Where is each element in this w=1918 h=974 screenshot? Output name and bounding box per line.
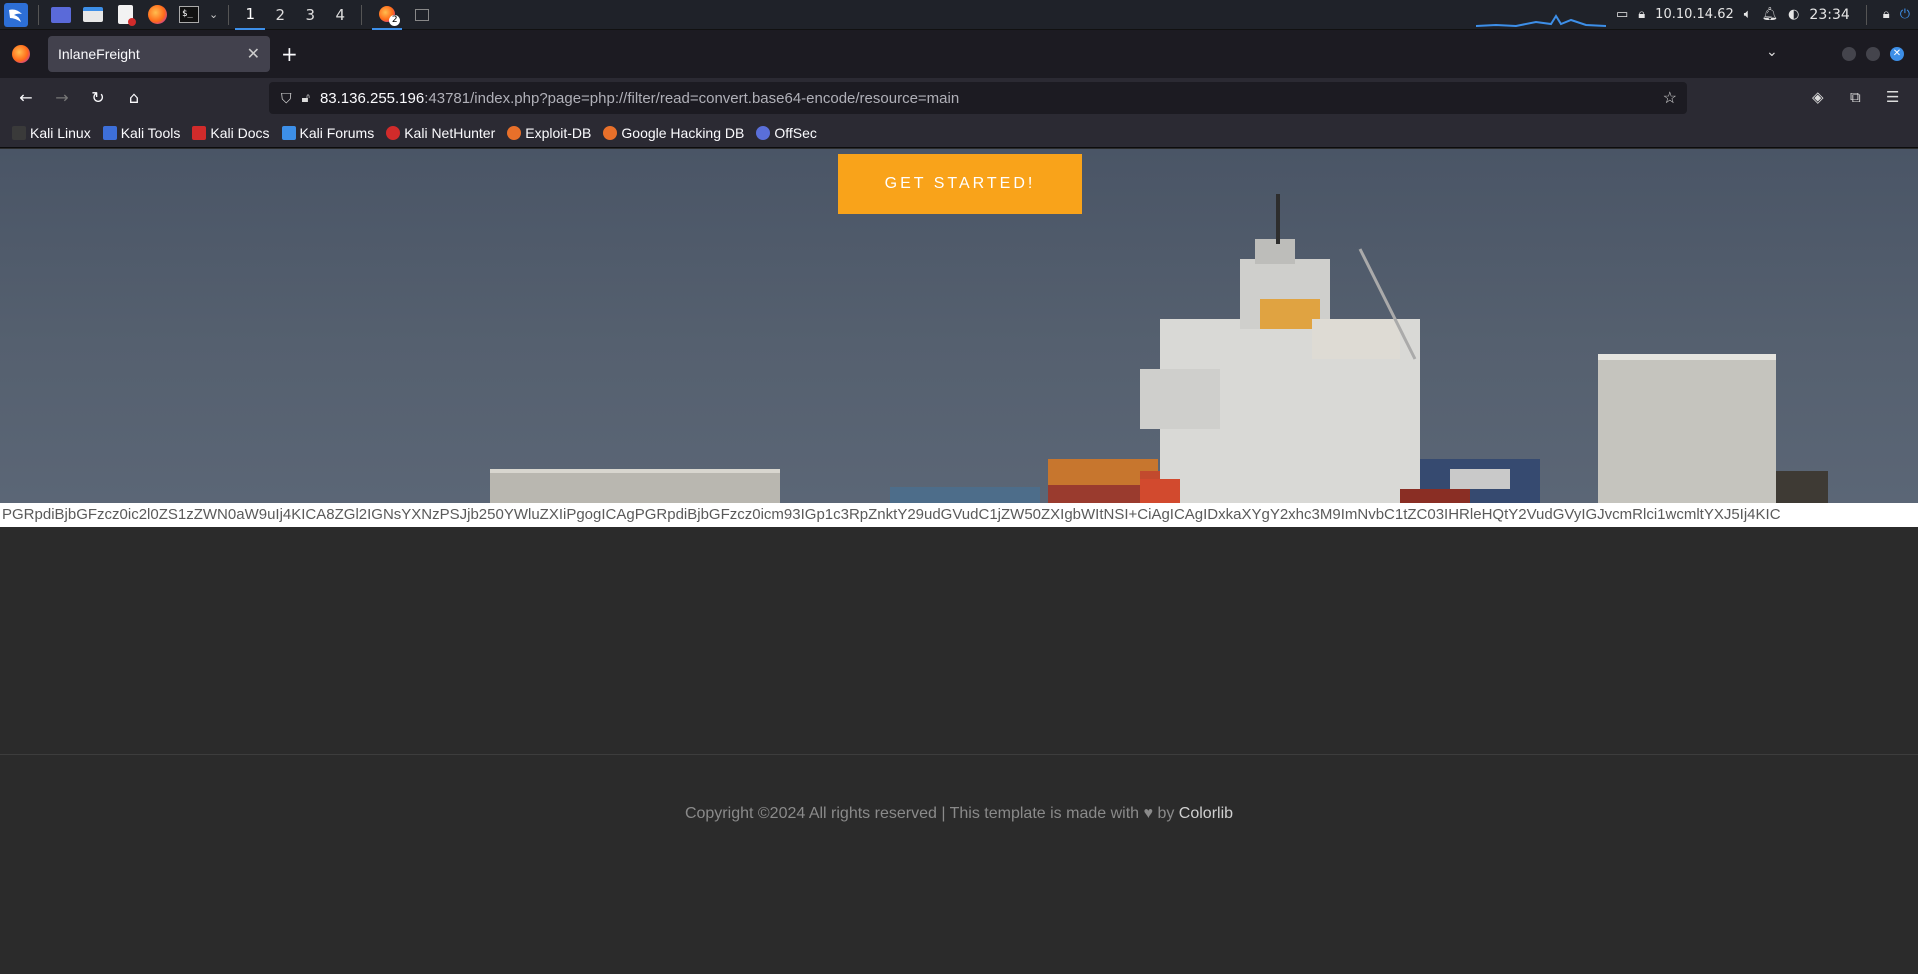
- terminal-launcher-icon[interactable]: $_: [177, 3, 201, 27]
- google-hacking-db-icon: [603, 125, 618, 140]
- kali-tools-icon: [102, 125, 117, 140]
- lock-screen-icon[interactable]: 🔒︎: [1883, 7, 1890, 22]
- app-menu-icon[interactable]: ☰: [1886, 88, 1899, 106]
- bookmark-label: Exploit-DB: [525, 124, 592, 141]
- volume-icon[interactable]: 🔈︎: [1744, 7, 1752, 22]
- bookmark-offsec[interactable]: OffSec: [756, 125, 817, 141]
- system-taskbar: $_ ⌄ 1 2 3 4 2 ▭ 🔒︎ 10.10.14.62 🔈︎ 🔔︎ ◐: [0, 0, 1918, 30]
- bookmarks-toolbar: Kali Linux Kali Tools Kali Docs Kali For…: [0, 118, 1918, 148]
- notification-bell-icon[interactable]: 🔔︎: [1762, 7, 1779, 22]
- colorlib-link[interactable]: Colorlib: [1179, 805, 1233, 822]
- workspace-1[interactable]: 1: [235, 0, 266, 30]
- footer-by: by: [1157, 805, 1175, 822]
- ip-address: 10.10.14.62: [1655, 7, 1734, 22]
- home-icon[interactable]: ⌂: [124, 88, 144, 108]
- bookmark-label: Kali Linux: [30, 124, 91, 141]
- minimize-button[interactable]: [1842, 47, 1856, 61]
- bookmark-kali-docs[interactable]: Kali Docs: [192, 124, 270, 141]
- workspace-2[interactable]: 2: [265, 0, 295, 30]
- show-desktop-icon[interactable]: [49, 3, 73, 27]
- forward-arrow-icon[interactable]: →: [52, 88, 72, 108]
- power-icon[interactable]: ⏻: [1900, 7, 1910, 22]
- kali-forums-icon: [281, 125, 296, 140]
- kali-linux-icon: [12, 125, 26, 140]
- window-count-badge: 2: [389, 14, 401, 26]
- url-bar[interactable]: ⛉ 🔓︎ 83.136.255.196:43781/index.php?page…: [269, 82, 1687, 114]
- browser-tab-strip: InlaneFreight ✕ + ⌄ ✕: [0, 30, 1918, 78]
- shield-icon[interactable]: ⛉: [281, 90, 292, 107]
- footer-divider: [0, 754, 1918, 755]
- extensions-icon[interactable]: ⧉: [1850, 88, 1861, 106]
- bookmark-label: OffSec: [774, 124, 817, 141]
- tab-inlanefreight[interactable]: InlaneFreight ✕: [48, 36, 270, 72]
- bookmark-label: Kali Tools: [120, 124, 181, 141]
- firefox-launcher-icon[interactable]: [145, 3, 169, 27]
- bookmark-google-hacking-db[interactable]: Google Hacking DB: [603, 125, 744, 141]
- back-arrow-icon[interactable]: ←: [16, 88, 36, 108]
- bookmark-label: Kali NetHunter: [404, 124, 496, 141]
- bookmark-kali-nethunter[interactable]: Kali NetHunter: [386, 125, 495, 141]
- workspace-3[interactable]: 3: [295, 0, 325, 30]
- terminal-window-button[interactable]: [410, 3, 434, 27]
- close-tab-icon[interactable]: ✕: [247, 44, 260, 64]
- url-host: 83.136.255.196: [319, 89, 425, 107]
- bookmark-kali-forums[interactable]: Kali Forums: [281, 124, 375, 141]
- workspace-4[interactable]: 4: [325, 0, 355, 30]
- power-manager-icon[interactable]: ◐: [1788, 7, 1799, 22]
- chevron-down-icon[interactable]: ⌄: [209, 8, 218, 21]
- footer-copyright: Copyright ©2024 All rights reserved | Th…: [0, 805, 1918, 823]
- get-started-button[interactable]: GET STARTED!: [838, 154, 1082, 214]
- new-tab-button[interactable]: +: [281, 44, 298, 64]
- navigation-toolbar: ← → ↻ ⌂ ⛉ 🔓︎ 83.136.255.196:43781/index.…: [0, 78, 1918, 118]
- pocket-icon[interactable]: ◈: [1812, 88, 1824, 106]
- base64-output-text: PGRpdiBjbGFzcz0ic2l0ZS1zZWN0aW9uIj4KICA8…: [0, 503, 1918, 527]
- bookmark-label: Google Hacking DB: [621, 124, 745, 141]
- url-path: :43781/index.php?page=php://filter/read=…: [424, 89, 960, 107]
- screen: $_ ⌄ 1 2 3 4 2 ▭ 🔒︎ 10.10.14.62 🔈︎ 🔔︎ ◐: [0, 0, 1918, 974]
- cpu-graph: [1475, 2, 1607, 28]
- insecure-lock-icon[interactable]: 🔓︎: [302, 90, 310, 106]
- copyright-text: Copyright ©2024 All rights reserved | Th…: [684, 805, 1140, 822]
- bookmark-label: Kali Docs: [210, 124, 270, 141]
- kali-docs-icon: [192, 125, 207, 140]
- page-viewport: GET STARTED! PGRpdiBjbGFzcz0ic2l0ZS1zZWN…: [0, 149, 1918, 974]
- text-editor-icon[interactable]: [113, 3, 137, 27]
- offsec-icon: [756, 125, 771, 140]
- tab-title: InlaneFreight: [58, 46, 140, 62]
- bookmark-label: Kali Forums: [299, 124, 375, 141]
- firefox-view-icon[interactable]: [12, 45, 30, 63]
- window-list-icon[interactable]: ▭: [1616, 7, 1628, 22]
- close-window-button[interactable]: ✕: [1890, 47, 1904, 61]
- bookmark-exploit-db[interactable]: Exploit-DB: [507, 125, 591, 141]
- exploit-db-icon: [507, 125, 522, 140]
- file-manager-icon[interactable]: [81, 3, 105, 27]
- bookmark-kali-tools[interactable]: Kali Tools: [102, 124, 181, 141]
- reload-icon[interactable]: ↻: [88, 88, 108, 108]
- maximize-button[interactable]: [1866, 47, 1880, 61]
- kali-menu-icon[interactable]: [4, 2, 28, 27]
- bookmark-star-icon[interactable]: ☆: [1663, 88, 1677, 108]
- hero-ship-image: GET STARTED!: [0, 149, 1918, 503]
- kali-nethunter-icon: [386, 125, 401, 140]
- list-tabs-chevron-icon[interactable]: ⌄: [1766, 44, 1778, 60]
- heart-icon: ♥: [1143, 805, 1153, 822]
- vpn-lock-icon: 🔒︎: [1638, 7, 1646, 22]
- clock[interactable]: 23:34: [1809, 7, 1849, 23]
- firefox-window-button[interactable]: 2: [372, 0, 403, 30]
- bookmark-kali-linux[interactable]: Kali Linux: [12, 125, 91, 141]
